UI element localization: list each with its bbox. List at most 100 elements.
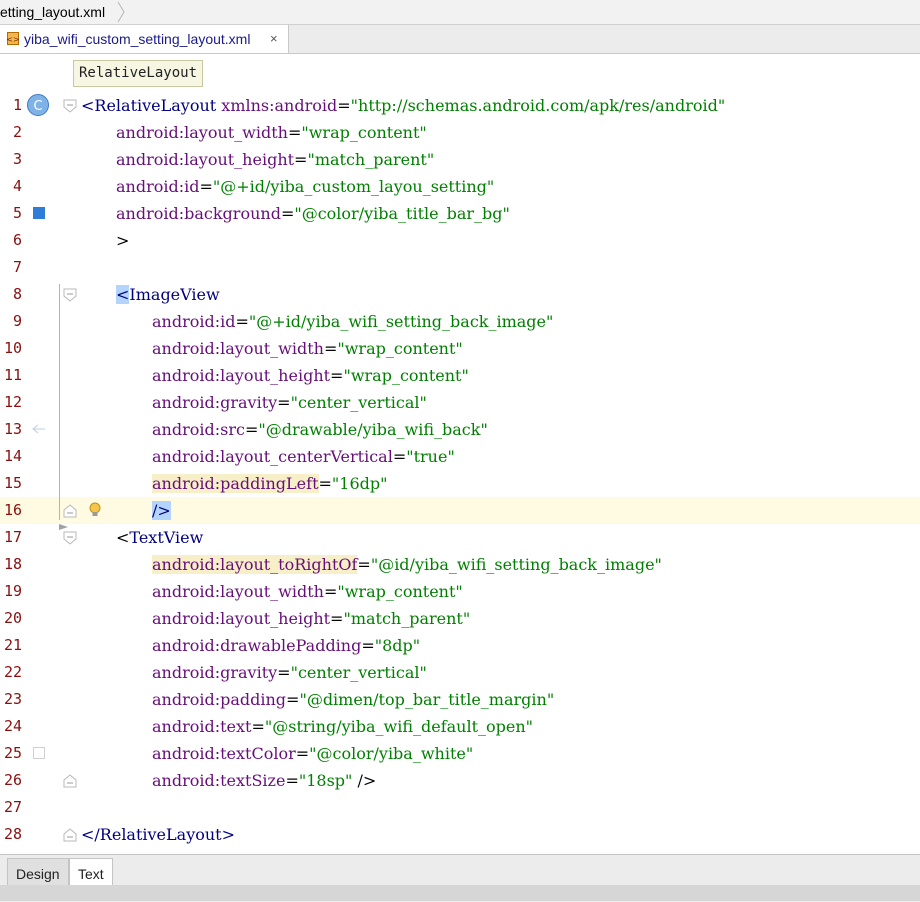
code-line[interactable]: 2 android:layout_width="wrap_content" xyxy=(0,119,920,146)
line-number: 19 xyxy=(3,582,22,600)
fold-marker-icon[interactable] xyxy=(63,774,77,788)
code-token: "@color/yiba_white" xyxy=(309,744,474,763)
color-swatch-icon[interactable] xyxy=(33,207,45,219)
line-number: 15 xyxy=(3,474,22,492)
code-line[interactable]: 18 android:layout_toRightOf="@id/yiba_wif… xyxy=(0,551,920,578)
code-line[interactable]: 21 android:drawablePadding="8dp" xyxy=(0,632,920,659)
code-token: = xyxy=(361,636,375,655)
code-line[interactable]: 12 android:gravity="center_vertical" xyxy=(0,389,920,416)
lightbulb-icon[interactable] xyxy=(89,502,101,518)
code-token: android:textSize xyxy=(152,771,286,790)
code-line[interactable]: 16 /> xyxy=(0,497,920,524)
line-number: 23 xyxy=(3,690,22,708)
code-line[interactable]: 5 android:background="@color/yiba_title_b… xyxy=(0,200,920,227)
code-token: android:background xyxy=(116,204,281,223)
caret-marker-icon xyxy=(59,524,68,530)
code-text: android:layout_height="match_parent" xyxy=(116,146,434,173)
code-token: android:layout_height xyxy=(116,150,295,169)
code-token: = xyxy=(294,150,308,169)
code-line[interactable]: 10 android:layout_width="wrap_content" xyxy=(0,335,920,362)
code-token: < xyxy=(116,285,130,304)
line-number: 2 xyxy=(12,123,22,141)
fold-marker-icon[interactable] xyxy=(63,288,77,302)
code-line[interactable]: 24 android:text="@string/yiba_wifi_defaul… xyxy=(0,713,920,740)
code-line[interactable]: 4 android:id="@+id/yiba_custom_layou_sett… xyxy=(0,173,920,200)
fold-marker-icon[interactable] xyxy=(63,99,77,113)
code-line[interactable]: 13 android:src="@drawable/yiba_wifi_back" xyxy=(0,416,920,443)
fold-marker-icon[interactable] xyxy=(63,531,77,545)
code-token: "@+id/yiba_wifi_setting_back_image" xyxy=(248,312,554,331)
code-token: = xyxy=(357,555,371,574)
code-line[interactable]: 19 android:layout_width="wrap_content" xyxy=(0,578,920,605)
line-number: 6 xyxy=(12,231,22,249)
line-number: 13 xyxy=(3,420,22,438)
code-token: = xyxy=(277,393,291,412)
code-text: android:src="@drawable/yiba_wifi_back" xyxy=(152,416,488,443)
code-text: android:background="@color/yiba_title_ba… xyxy=(116,200,510,227)
editor-tab[interactable]: <> yiba_wifi_custom_setting_layout.xml × xyxy=(0,25,289,53)
code-editor[interactable]: 1 <RelativeLayout xmlns:android="http://s… xyxy=(0,92,920,854)
code-line[interactable]: 25 android:textColor="@color/yiba_white" xyxy=(0,740,920,767)
code-token: "wrap_content" xyxy=(343,366,469,385)
code-token: "@string/yiba_wifi_default_open" xyxy=(264,717,534,736)
code-line[interactable]: 23 android:padding="@dimen/top_bar_title_… xyxy=(0,686,920,713)
code-line[interactable]: 11 android:layout_height="wrap_content" xyxy=(0,362,920,389)
code-line[interactable]: 17 <TextView xyxy=(0,524,920,551)
code-text: android:gravity="center_vertical" xyxy=(152,389,427,416)
line-number: 1 xyxy=(12,96,22,114)
code-text: android:paddingLeft="16dp" xyxy=(152,470,387,497)
code-line[interactable]: 20 android:layout_height="match_parent" xyxy=(0,605,920,632)
code-token: = xyxy=(337,96,351,115)
xml-file-icon: <> xyxy=(7,32,19,45)
fold-marker-icon[interactable] xyxy=(63,828,77,842)
code-line[interactable]: 22 android:gravity="center_vertical" xyxy=(0,659,920,686)
code-token: = xyxy=(280,204,295,223)
code-token: = xyxy=(235,312,249,331)
code-token: > xyxy=(116,231,130,250)
code-token: = xyxy=(244,420,259,439)
code-line[interactable]: 7 xyxy=(0,254,920,281)
code-line[interactable]: 6 > xyxy=(0,227,920,254)
code-text: <ImageView xyxy=(116,281,220,308)
code-line[interactable]: 14 android:layout_centerVertical="true" xyxy=(0,443,920,470)
line-number: 24 xyxy=(3,717,22,735)
code-token: "match_parent" xyxy=(307,150,435,169)
code-line[interactable]: 1 <RelativeLayout xmlns:android="http://s… xyxy=(0,92,920,119)
code-line[interactable]: 26 android:textSize="18sp" /> xyxy=(0,767,920,794)
code-token: android:textColor xyxy=(152,744,296,763)
code-line[interactable]: 9 android:id="@+id/yiba_wifi_setting_back… xyxy=(0,308,920,335)
status-bar xyxy=(0,885,920,901)
code-token: "wrap_content" xyxy=(301,123,427,142)
code-text: android:textSize="18sp" /> xyxy=(152,767,376,794)
code-token: android:layout_height xyxy=(152,609,331,628)
code-line[interactable]: 15 android:paddingLeft="16dp" xyxy=(0,470,920,497)
line-number: 28 xyxy=(3,825,22,843)
fold-marker-icon[interactable] xyxy=(63,504,77,518)
code-token: android:text xyxy=(152,717,252,736)
code-token: android:layout_width xyxy=(152,339,324,358)
code-line[interactable]: 28 </RelativeLayout> xyxy=(0,821,920,848)
close-icon[interactable]: × xyxy=(270,25,278,53)
class-c-icon[interactable]: C xyxy=(26,93,50,117)
code-token: "16dp" xyxy=(331,474,388,493)
svg-text:<>: <> xyxy=(7,35,19,44)
line-number: 4 xyxy=(12,177,22,195)
code-token: android:src xyxy=(152,420,245,439)
code-token: = xyxy=(285,771,299,790)
line-number: 11 xyxy=(3,366,22,384)
code-token: < xyxy=(116,528,130,547)
code-token: TextView xyxy=(129,528,204,547)
code-text: android:padding="@dimen/top_bar_title_ma… xyxy=(152,686,554,713)
line-number: 9 xyxy=(12,312,22,330)
code-token: "http://schemas.android.com/apk/res/andr… xyxy=(350,96,726,115)
breadcrumb-file[interactable]: etting_layout.xml xyxy=(0,0,105,24)
color-swatch-icon[interactable] xyxy=(33,747,45,759)
scope-indicator xyxy=(59,284,60,520)
code-token: android:id xyxy=(152,312,236,331)
code-line[interactable]: 8 <ImageView xyxy=(0,281,920,308)
code-token: android:drawablePadding xyxy=(152,636,362,655)
code-token: android:id xyxy=(116,177,200,196)
code-line[interactable]: 27 xyxy=(0,794,920,821)
code-token: "@+id/yiba_custom_layou_setting" xyxy=(212,177,495,196)
code-line[interactable]: 3 android:layout_height="match_parent" xyxy=(0,146,920,173)
